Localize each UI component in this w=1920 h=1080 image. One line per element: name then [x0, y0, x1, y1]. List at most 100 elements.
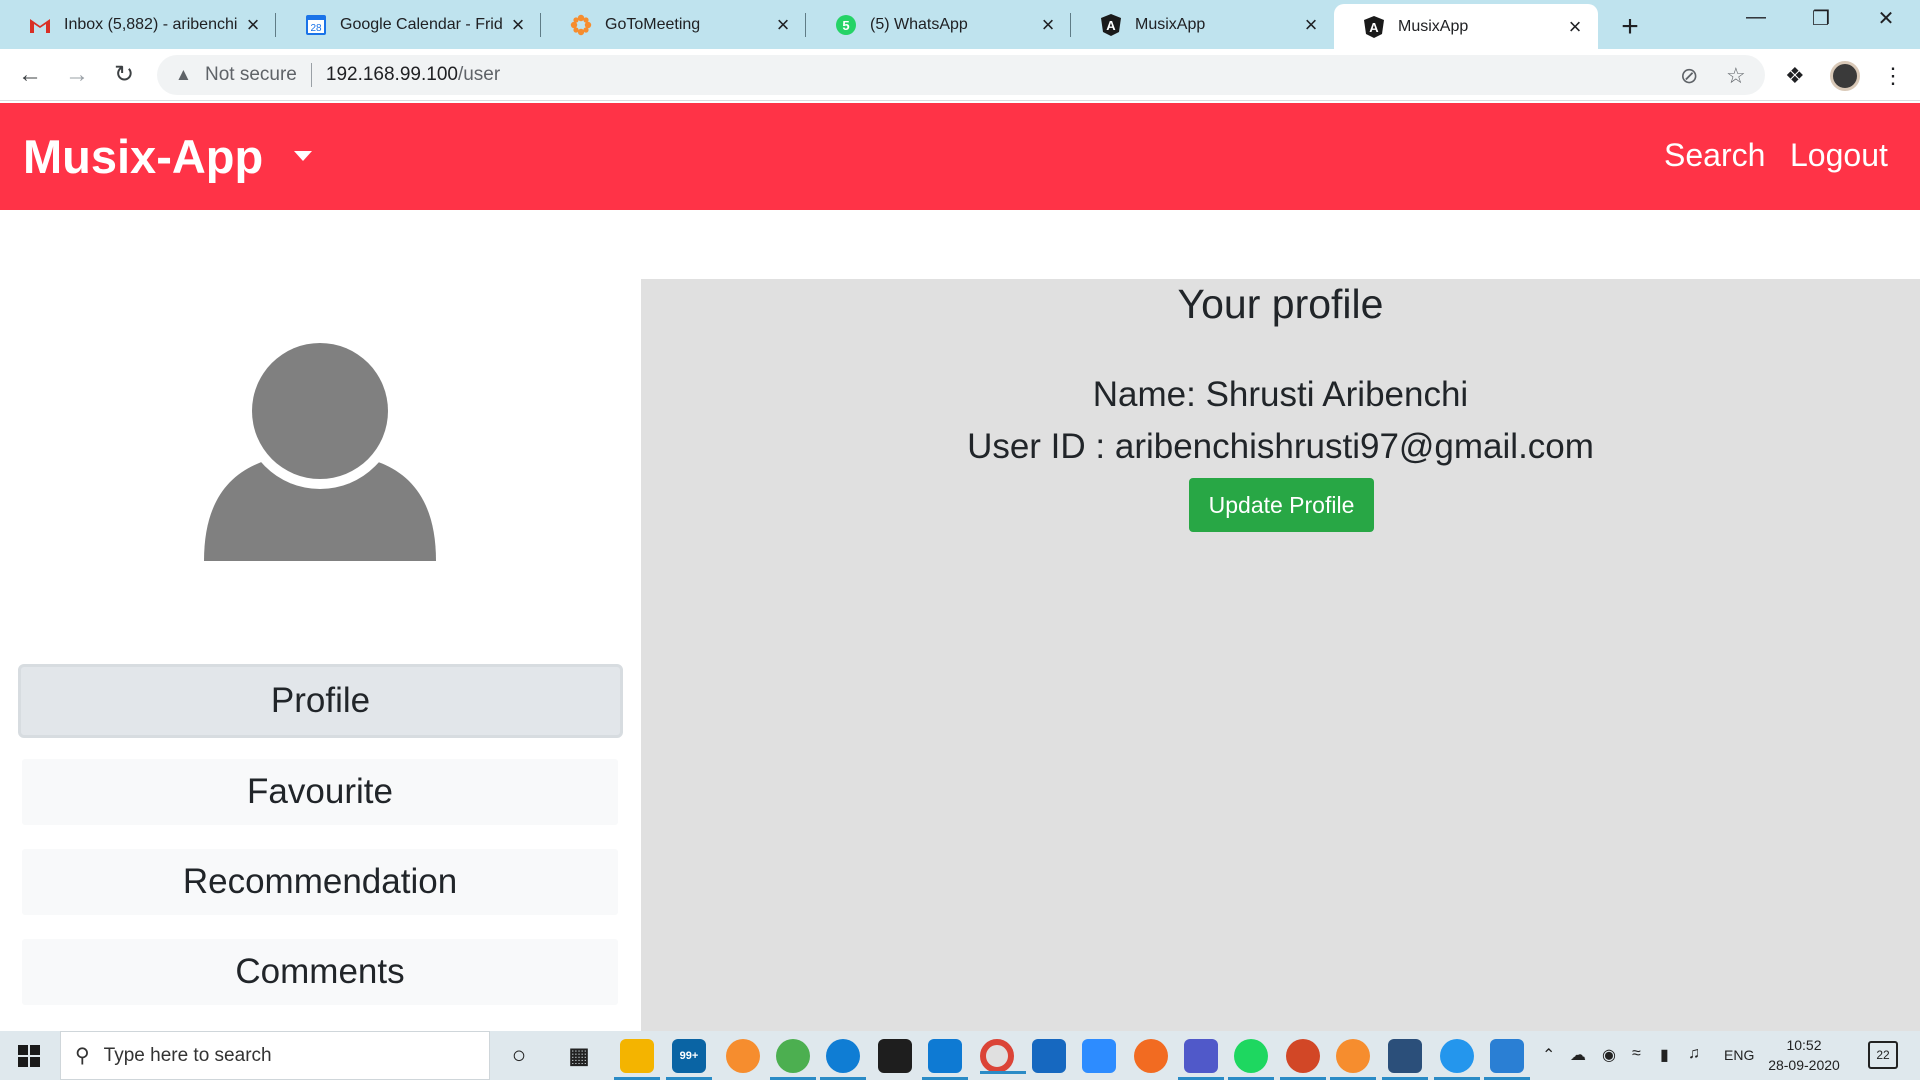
- logout-link[interactable]: Logout: [1790, 137, 1888, 174]
- notification-center-icon[interactable]: 22: [1868, 1041, 1898, 1069]
- profile-panel: Your profile Name: Shrusti Aribenchi Use…: [641, 279, 1920, 1031]
- angular-icon: A: [1099, 13, 1123, 37]
- profile-avatar[interactable]: [1830, 61, 1860, 91]
- new-tab-button[interactable]: +: [1612, 10, 1648, 44]
- notification-count: 22: [1876, 1048, 1890, 1062]
- profile-name: Name: Shrusti Aribenchi: [1092, 375, 1469, 414]
- url-host: 192.168.99.100: [325, 64, 458, 85]
- forward-arrow-icon[interactable]: →: [59, 57, 95, 93]
- tab-google-calendar[interactable]: 28 Google Calendar - Frida ×: [276, 0, 541, 49]
- reload-icon[interactable]: ↻: [106, 57, 142, 93]
- profile-user-id: User ID : aribenchishrusti97@gmail.com: [967, 427, 1594, 466]
- url-text[interactable]: 192.168.99.100/user: [326, 64, 500, 86]
- sidebar-item-profile[interactable]: Profile: [18, 664, 623, 738]
- tab-gmail[interactable]: Inbox (5,882) - aribenchi ×: [0, 0, 276, 49]
- close-icon[interactable]: ×: [503, 12, 533, 38]
- gotomeeting-running-icon[interactable]: [1330, 1039, 1376, 1080]
- tab-title: MusixApp: [1135, 15, 1206, 33]
- taskbar-clock[interactable]: 10:52 28-09-2020: [1766, 1035, 1842, 1075]
- battery-icon[interactable]: ▮: [1660, 1045, 1669, 1065]
- chrome-icon[interactable]: [980, 1039, 1026, 1074]
- file-explorer-icon[interactable]: [614, 1039, 660, 1080]
- star-icon[interactable]: ☆: [1726, 63, 1746, 89]
- tab-title: Google Calendar - Frida: [340, 15, 503, 33]
- app-navbar: Musix-App Search Logout: [0, 103, 1920, 210]
- page-title: Your profile: [1177, 281, 1384, 327]
- calendar-icon: 28: [304, 13, 328, 37]
- tab-whatsapp[interactable]: 5 (5) WhatsApp ×: [806, 0, 1071, 49]
- windows-taskbar: ⚲ Type here to search ○ ▦ 99+ ⌃ ☁ ◉ ≈ ▮ …: [0, 1031, 1920, 1080]
- edge-icon[interactable]: [820, 1039, 866, 1080]
- tab-title: (5) WhatsApp: [870, 15, 968, 33]
- tab-title: Inbox (5,882) - aribenchi: [64, 15, 238, 33]
- address-bar[interactable]: ▲ Not secure 192.168.99.100/user: [157, 55, 1765, 95]
- close-icon[interactable]: ×: [1296, 12, 1326, 38]
- close-icon[interactable]: ×: [238, 12, 268, 38]
- more-menu-icon[interactable]: ⋮: [1882, 63, 1904, 89]
- tab-musixapp-active[interactable]: A MusixApp ×: [1334, 4, 1598, 49]
- sidebar-item-favourite[interactable]: Favourite: [22, 759, 618, 825]
- volume-icon[interactable]: ♫: [1688, 1045, 1700, 1063]
- taskbar-search-box[interactable]: ⚲ Type here to search: [60, 1031, 490, 1080]
- language-indicator[interactable]: ENG: [1724, 1047, 1754, 1063]
- postman-icon[interactable]: [1134, 1039, 1168, 1073]
- mail-badge: 99+: [679, 1050, 699, 1062]
- extensions-icon[interactable]: ❖: [1785, 63, 1805, 89]
- clock-date: 28-09-2020: [1768, 1057, 1840, 1073]
- whatsapp-icon: 5: [834, 13, 858, 37]
- search-icon: ⚲: [75, 1045, 90, 1067]
- spring-tool-icon[interactable]: [770, 1039, 816, 1080]
- svg-text:5: 5: [842, 18, 849, 33]
- url-path: /user: [457, 64, 501, 85]
- close-icon[interactable]: ×: [1033, 12, 1063, 38]
- security-label: Not secure: [205, 64, 297, 85]
- mysql-workbench-icon[interactable]: [1382, 1039, 1428, 1080]
- spotify-icon[interactable]: [1228, 1039, 1274, 1080]
- sidebar-item-recommendation[interactable]: Recommendation: [22, 849, 618, 915]
- tab-musixapp[interactable]: A MusixApp ×: [1071, 0, 1334, 49]
- task-view-icon[interactable]: ▦: [562, 1039, 596, 1073]
- angular-icon: A: [1362, 15, 1386, 39]
- mail-icon[interactable]: 99+: [666, 1039, 712, 1080]
- docker-icon[interactable]: [1434, 1039, 1480, 1080]
- gotomeeting-icon: [569, 13, 593, 37]
- user-avatar-icon: [202, 333, 438, 565]
- bracket-app-icon[interactable]: [1032, 1039, 1066, 1073]
- teams-icon[interactable]: [1178, 1039, 1224, 1080]
- microphone-icon[interactable]: ◉: [1602, 1045, 1616, 1065]
- back-arrow-icon[interactable]: ←: [12, 57, 48, 93]
- gmail-icon: [28, 13, 52, 37]
- browser-tab-strip: Inbox (5,882) - aribenchi × 28 Google Ca…: [0, 0, 1920, 49]
- photos-icon[interactable]: [1484, 1039, 1530, 1080]
- cortana-icon[interactable]: ○: [502, 1039, 536, 1073]
- tab-gotomeeting[interactable]: GoToMeeting ×: [541, 0, 806, 49]
- tab-title: GoToMeeting: [605, 15, 701, 33]
- search-link[interactable]: Search: [1664, 137, 1765, 174]
- dropdown-caret-icon[interactable]: [294, 151, 312, 161]
- close-icon[interactable]: ×: [1560, 14, 1590, 40]
- close-icon[interactable]: ×: [768, 12, 798, 38]
- terminal-icon[interactable]: [878, 1039, 912, 1073]
- restore-icon[interactable]: ❐: [1801, 6, 1841, 31]
- update-profile-button[interactable]: Update Profile: [1189, 478, 1374, 532]
- sidebar-item-comments[interactable]: Comments: [22, 939, 618, 1005]
- windows-start-icon[interactable]: [18, 1045, 40, 1067]
- tab-title: MusixApp: [1398, 17, 1469, 35]
- svg-text:A: A: [1369, 20, 1379, 35]
- clock-time: 10:52: [1786, 1037, 1822, 1053]
- gotomeeting-icon[interactable]: [726, 1039, 760, 1073]
- wifi-icon[interactable]: ≈: [1632, 1045, 1641, 1063]
- app-brand[interactable]: Musix-App: [23, 129, 263, 184]
- warning-icon: ▲: [175, 65, 192, 84]
- onedrive-icon[interactable]: ☁: [1570, 1045, 1586, 1065]
- eye-off-icon[interactable]: ⊘: [1680, 63, 1698, 89]
- powerpoint-icon[interactable]: [1280, 1039, 1326, 1080]
- svg-text:A: A: [1106, 18, 1116, 33]
- window-close-icon[interactable]: ✕: [1866, 6, 1906, 31]
- svg-text:28: 28: [310, 23, 322, 34]
- chevron-up-icon[interactable]: ⌃: [1542, 1045, 1555, 1065]
- vscode-icon[interactable]: [922, 1039, 968, 1080]
- minimize-icon[interactable]: —: [1736, 6, 1776, 29]
- zoom-icon[interactable]: [1082, 1039, 1116, 1073]
- taskbar-search-placeholder: Type here to search: [103, 1044, 272, 1066]
